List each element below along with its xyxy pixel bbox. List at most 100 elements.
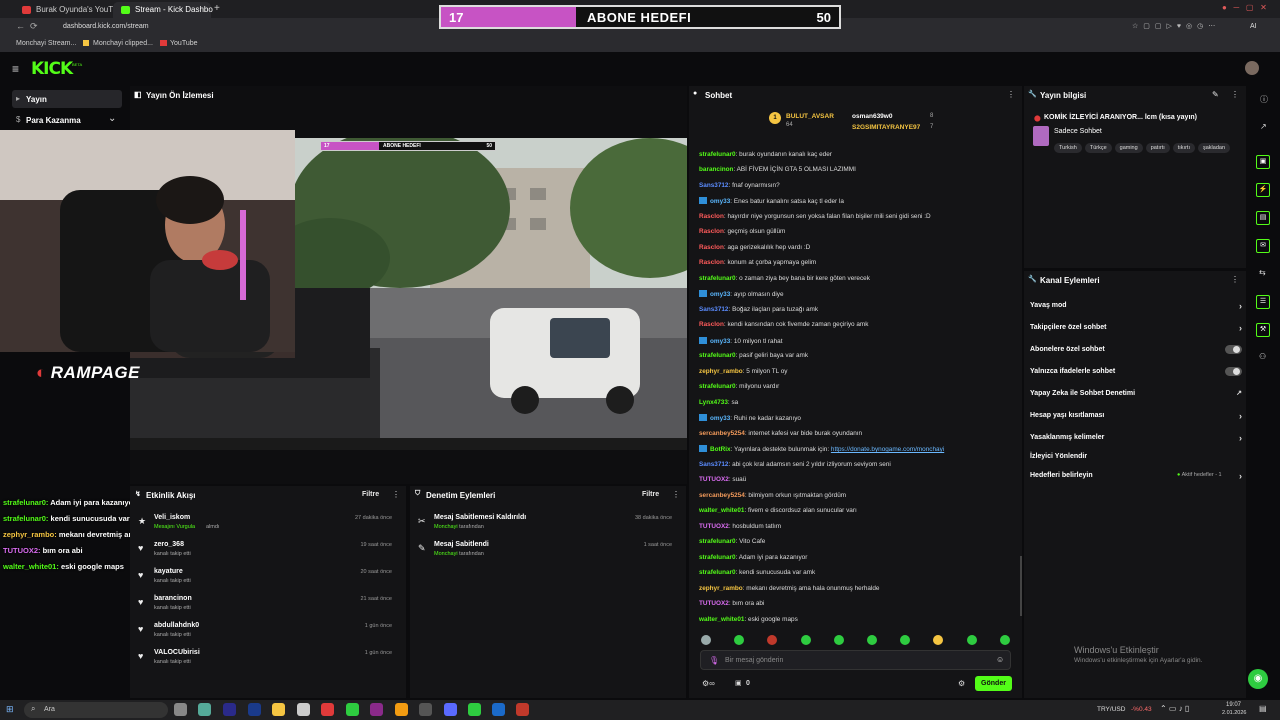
taskbar-search[interactable]: ⌕ Ara (24, 702, 168, 718)
chat-username[interactable]: Rasclon (699, 259, 724, 266)
microphone-icon[interactable]: 🎙 (709, 656, 719, 665)
taskbar-app-icon[interactable] (272, 703, 285, 716)
activity-row[interactable]: ♥ barancinon kanalı takip etti 21 saat önce (130, 595, 400, 622)
taskbar-app-icon[interactable] (419, 703, 432, 716)
activity-row[interactable]: ♥ zero_368 kanalı takip etti 19 saat önce (130, 541, 400, 568)
chat-message[interactable]: Sans3712: fnaf oynarmısın? (699, 182, 780, 189)
send-button[interactable]: Gönder (975, 676, 1012, 691)
channel-action-item[interactable]: Abonelere özel sohbet (1030, 345, 1242, 354)
chat-username[interactable]: strafelunar0 (699, 538, 736, 545)
chat-username[interactable]: Lynx4733 (699, 399, 728, 406)
chat-username[interactable]: Rasclon (699, 244, 724, 251)
chat-username[interactable]: strafelunar0 (699, 383, 736, 390)
sidebar-item-para-kazanma[interactable]: $ Para Kazanma ⌄ (12, 112, 122, 128)
channel-action-item[interactable]: Hesap yaşı kısıtlaması › (1030, 411, 1242, 421)
toolbar-button-flash[interactable]: ⚡ (1256, 183, 1270, 197)
chat-username[interactable]: TUTUOX2 (699, 523, 729, 530)
toolbar-button-chat[interactable]: ✉ (1256, 239, 1270, 253)
chat-message[interactable]: Rasclon: konum at çorba yapmaya gelim (699, 259, 816, 266)
back-forward-reload-icons[interactable]: ← ⟳ (16, 21, 38, 32)
taskbar-app-icon[interactable] (198, 703, 211, 716)
info-icon[interactable]: ⓘ (1260, 94, 1268, 105)
chat-username[interactable]: BotRix (710, 446, 731, 453)
chat-message[interactable]: strafelunar0: o zaman ziya bey bana bir … (699, 275, 870, 282)
emote-icon[interactable] (834, 635, 844, 645)
chat-message[interactable]: strafelunar0: kendi sunucusuda var amk (699, 569, 815, 576)
channel-action-item[interactable]: Yalnızca ifadelerle sohbet (1030, 367, 1242, 376)
chat-message[interactable]: Rasclon: kendi kansından cok fivemde zam… (699, 321, 868, 328)
taskbar-app-icon[interactable] (468, 703, 481, 716)
new-tab-button[interactable]: + (214, 3, 220, 14)
channel-action-item[interactable]: Yasaklanmış kelimeler › (1030, 433, 1242, 443)
chat-scrollbar[interactable] (1020, 556, 1022, 616)
top-user-name[interactable]: osman639w0 (852, 113, 892, 120)
chat-message[interactable]: TUTUOX2: suaü (699, 476, 746, 483)
activity-row[interactable]: ♥ abdullahdnk0 kanalı takip etti 1 gün önce (130, 622, 400, 649)
chat-message[interactable]: Lynx4733: sa (699, 399, 738, 406)
taskbar-app-icon[interactable] (516, 703, 529, 716)
chat-username[interactable]: Rasclon (699, 321, 724, 328)
chat-username[interactable]: sercanbey5254 (699, 430, 745, 437)
taskbar-app-icon[interactable] (297, 703, 310, 716)
chat-message[interactable]: Rasclon: geçmiş olsun güllüm (699, 228, 785, 235)
channel-action-item[interactable]: Yapay Zeka ile Sohbet Denetimi ↗ (1030, 390, 1242, 397)
chat-message[interactable]: zephyr_rambo: 5 milyon TL oy (699, 368, 787, 375)
more-icon[interactable]: ⋮ (672, 490, 680, 499)
window-controls[interactable]: ● ─ ▢ ✕ (1222, 3, 1267, 12)
support-chat-icon[interactable]: ◉ (1248, 669, 1268, 689)
chat-username[interactable]: omy33 (710, 291, 730, 298)
chat-message[interactable]: strafelunar0: burak oyundanın kanalı kaç… (699, 151, 832, 158)
toggle-switch[interactable] (1225, 367, 1242, 376)
emote-icon[interactable] (967, 635, 977, 645)
emote-icon[interactable] (767, 635, 777, 645)
chat-username[interactable]: strafelunar0 (699, 275, 736, 282)
chat-message[interactable]: strafelunar0: Adam iyi para kazanıyor (699, 554, 807, 561)
emote-icon[interactable] (701, 635, 711, 645)
toolbar-button-tools[interactable]: ⚒ (1256, 323, 1270, 337)
more-icon[interactable]: ⋮ (1231, 275, 1239, 284)
filter-button[interactable]: Filtre (362, 491, 379, 498)
emote-icon[interactable] (867, 635, 877, 645)
chat-username[interactable]: zephyr_rambo (699, 368, 743, 375)
chat-username[interactable]: strafelunar0 (699, 151, 736, 158)
chat-username[interactable]: sercanbey5254 (699, 492, 745, 499)
ai-button[interactable]: AI (1250, 23, 1257, 30)
link-icon[interactable]: ⚙∞ (702, 679, 715, 688)
edit-pencil-icon[interactable]: ✎ (1212, 90, 1219, 99)
browser-tab-kick[interactable]: Stream - Kick Dashbo (113, 2, 213, 18)
emote-icon[interactable] (801, 635, 811, 645)
chat-message[interactable]: BotRix: Yayınlara destekte bulunmak için… (699, 445, 944, 453)
url-field[interactable]: dashboard.kick.com/stream (63, 23, 149, 30)
chat-username[interactable]: Sans3712 (699, 306, 729, 313)
channel-action-item[interactable]: Yavaş mod › (1030, 301, 1242, 311)
activity-row[interactable]: ♥ kayature kanalı takip etti 20 saat önce (130, 568, 400, 595)
settings-gear-icon[interactable]: ⚙ (958, 679, 965, 688)
taskbar-app-icon[interactable] (174, 703, 187, 716)
notifications-icon[interactable]: ▤ (1259, 704, 1267, 713)
chat-message[interactable]: sercanbey5254: internet kafesi var bide … (699, 430, 862, 437)
menu-icon[interactable]: ≡ (12, 62, 19, 76)
stream-category[interactable]: Sadece Sohbet (1054, 128, 1102, 135)
taskbar-app-icon[interactable] (370, 703, 383, 716)
chat-username[interactable]: strafelunar0 (699, 569, 736, 576)
taskbar-app-icon[interactable] (395, 703, 408, 716)
emoji-icon[interactable]: ☺ (996, 655, 1004, 664)
sidebar-item-yayin[interactable]: ▸ Yayın (12, 90, 122, 108)
taskbar-app-icon[interactable] (223, 703, 236, 716)
chat-message[interactable]: walter_white01: eski google maps (699, 616, 798, 623)
chat-username[interactable]: Sans3712 (699, 182, 729, 189)
chat-message[interactable]: Rasclon: aga gerizekalılık hep vardı :D (699, 244, 810, 251)
chat-message[interactable]: strafelunar0: Vito Cafe (699, 538, 765, 545)
chat-username[interactable]: TUTUOX2 (699, 600, 729, 607)
kick-logo[interactable]: KICK (31, 59, 73, 79)
toggle-switch[interactable] (1225, 345, 1242, 354)
channel-action-item[interactable]: İzleyici Yönlendir (1030, 453, 1242, 460)
extension-icons[interactable]: ☆▢▢▷♥◎◷⋯ (1132, 22, 1220, 30)
taskbar-app-icon[interactable] (444, 703, 457, 716)
toolbar-button-list[interactable]: ☰ (1256, 295, 1270, 309)
activity-row[interactable]: ♥ VALOCUbirisi kanalı takip etti 1 gün önce (130, 649, 400, 676)
chat-username[interactable]: strafelunar0 (699, 352, 736, 359)
avatar[interactable] (1245, 61, 1259, 75)
moderation-row[interactable]: ✎ Mesaj Sabitlendi Monchayi tarafından 1… (410, 541, 680, 568)
windows-start-icon[interactable]: ⊞ (6, 704, 14, 715)
